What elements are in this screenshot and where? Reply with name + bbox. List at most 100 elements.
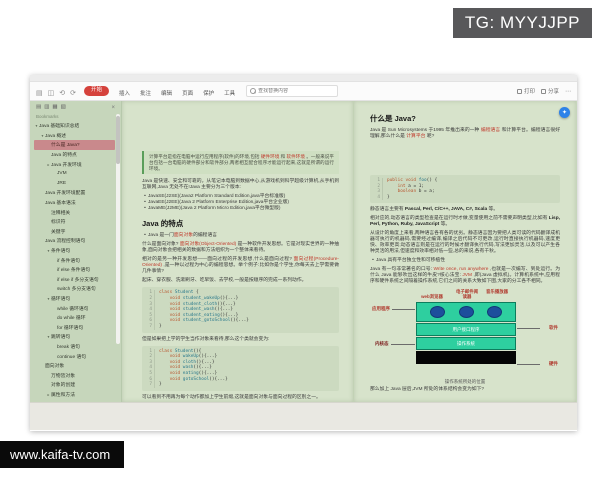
sidebar-scrollbar-thumb[interactable]	[116, 116, 120, 164]
toolbar-tab-4[interactable]: 保护	[203, 91, 214, 97]
page-gap-strip	[30, 402, 577, 430]
toc-item-19[interactable]: while 循环语句	[34, 303, 115, 313]
text-run: Java 具有平台独立性和可移植性	[376, 258, 446, 264]
toc-item-7[interactable]: Java 开发环境配置	[34, 188, 115, 198]
sidebar-toggle-icon[interactable]: ▤	[36, 90, 43, 97]
paragraph: Java 是快速、安全和可靠的。从笔记本电脑到数据中心,从游戏机到科学超级计算机…	[142, 179, 339, 191]
blockquote: 计算平台是指在电脑中运行应用程序(软件)的环境,包括 硬件环境 和 软件环境 。…	[142, 151, 339, 175]
save-icon[interactable]: ◫	[48, 90, 55, 97]
line-number: 4	[374, 194, 383, 201]
text-run: 和	[279, 154, 287, 159]
document-page-left: 计算平台是指在电脑中运行应用程序(软件)的环境,包括 硬件环境 和 软件环境 。…	[122, 101, 354, 402]
button-icon	[540, 88, 546, 94]
toc-item-16[interactable]: if else if 多分支语句	[34, 275, 115, 285]
toc-item-5[interactable]: JVM	[34, 169, 115, 179]
search-input[interactable]	[258, 88, 335, 94]
toc-item-18[interactable]: ▾ 循环语句	[34, 294, 115, 304]
text-run: ,是一种以过程为中心的编程思想。举个例子:比如你是个学生,你每天去上学需要做几件…	[142, 263, 339, 275]
app-circle-icon	[430, 306, 446, 319]
line-number: 7	[146, 382, 155, 388]
highlight-text: JVM	[462, 273, 472, 279]
toc-item-3[interactable]: Java 的特点	[34, 150, 115, 160]
toc-item-27[interactable]: 对象的创建	[34, 380, 115, 390]
toolbar-button-0[interactable]: 打印	[516, 87, 535, 95]
toc-item-1[interactable]: ▾ Java 概述	[34, 131, 115, 141]
toc-item-28[interactable]: ▸ 属性和方法	[34, 390, 115, 400]
text-run: 等。	[439, 222, 451, 228]
diagram-label-software: 软件	[549, 325, 558, 331]
toc-item-11[interactable]: 关键字	[34, 227, 115, 237]
search-box[interactable]	[246, 85, 339, 97]
toc-item-17[interactable]: switch 多分支语句	[34, 284, 115, 294]
toc-item-26[interactable]: 万物皆对象	[34, 370, 115, 380]
toc-item-4[interactable]: ▸ Java 开发环境	[34, 159, 115, 169]
os-layers-diagram: web浏览器 电子邮件阅读器 音乐播放器 用户接口程序 操作系统 应用程序 内核…	[372, 288, 558, 377]
diagram-connector-line	[517, 364, 540, 366]
paragraph: 从设计的角度上来看,两种语言各有各的优劣。静态语言因为要把人类可读的代码翻译成机…	[370, 231, 560, 255]
toc-item-2[interactable]: 什么是 Java?	[34, 140, 115, 150]
toc-item-0[interactable]: ▾ Java 基础知识总结	[34, 121, 115, 131]
bullet-list: • Java 具有平台独立性和可移植性	[370, 258, 560, 264]
toolbar-right: 打印 分享 ⋯	[516, 87, 571, 95]
paragraph: 什么是面向对象? 面向对象(Object-Oriented) 是一种软件开发思想…	[142, 242, 339, 254]
pdf-reader-window: ▤◫⟲⟳ 开始 插入批注编辑页面保护工具 打印分享⋯ ▤▥▦▧× Bookmar…	[30, 75, 577, 431]
toolbar-tab-5[interactable]: 工具	[224, 91, 235, 97]
diagram-connector-line	[517, 328, 540, 330]
toc-item-21[interactable]: for 循环语句	[34, 322, 115, 332]
code-token: }	[159, 382, 162, 388]
start-tab-button[interactable]: 开始	[84, 85, 110, 97]
toc-item-label: 面向对象	[45, 364, 65, 370]
toolbar-left-icons: ▤ ◫ ⟲ ⟳	[36, 82, 81, 100]
undo-icon[interactable]: ⟲	[59, 90, 65, 97]
toc-panel-icon[interactable]: ▤	[36, 105, 41, 111]
toc-item-label: JVM	[57, 171, 67, 177]
more-options-icon[interactable]: ⋯	[565, 88, 571, 95]
toc-item-9[interactable]: 注释相关	[34, 207, 115, 217]
sidebar-close-icon[interactable]: ×	[111, 105, 115, 111]
toc-sidebar: ▤ ▥ ▦ ▧ × Bookmarks ▾ Java 基础知识总结 ▾ Java 概述 什么是 …	[30, 101, 122, 402]
sidebar-header: ▤ ▥ ▦ ▧ ×	[30, 101, 121, 113]
toc-item-12[interactable]: Java 流程控制语句	[34, 236, 115, 246]
toc-item-10[interactable]: 标识符	[34, 217, 115, 227]
paragraph: 静态语言主要有 Pascal, Perl, C/C++, JAVA, C#, S…	[370, 207, 560, 213]
paragraph: 但是如果把上学的学生当作对象来看待,那么这个类就会变为:	[142, 337, 339, 343]
site-watermark: www.kaifa-tv.com	[0, 441, 125, 468]
bullet-list: • JavaSE(J2SE)(Java2 Platform Standard Ed…	[142, 194, 339, 212]
toc-item-label: 跳转语句	[51, 335, 71, 341]
toc-item-22[interactable]: ▾ 跳转语句	[34, 332, 115, 342]
text-run: Pascal, Perl, C/C++, JAVA, C#, Scala	[404, 207, 488, 213]
redo-icon[interactable]: ⟳	[70, 90, 76, 97]
toolbar-button-1[interactable]: 分享	[540, 87, 559, 95]
text-run: 但是如果把上学的学生当作对象来看待,那么这个类就会变为:	[142, 336, 270, 342]
highlight-text: 计算平台	[406, 134, 426, 139]
annotation-panel-icon[interactable]: ▧	[61, 105, 66, 111]
toc-item-20[interactable]: do while 循环	[34, 313, 115, 323]
toolbar-button-label: 打印	[523, 89, 535, 95]
bookmarks-label: Bookmarks	[36, 114, 59, 119]
app-circle-icon	[486, 306, 502, 319]
toc-item-label: 万物皆对象	[51, 373, 75, 379]
toc-item-6[interactable]: JRE	[34, 179, 115, 189]
code-block: 1 public void foo() {2 int a = 1; 3 boolea…	[370, 175, 560, 204]
diagram-label-kernel-mode: 内核态	[375, 341, 389, 347]
toc-item-15[interactable]: if else 条件语句	[34, 265, 115, 275]
toolbar-tab-0[interactable]: 插入	[119, 91, 130, 97]
toc-item-label: continue 语句	[57, 354, 87, 360]
toc-item-label: 循环语句	[51, 296, 71, 302]
highlight-text: Write once, run anywhere	[433, 267, 489, 273]
toc-item-13[interactable]: ▾ 条件语句	[34, 246, 115, 256]
code-token: () {	[426, 178, 438, 183]
toc-item-23[interactable]: break 语句	[34, 342, 115, 352]
toc-item-8[interactable]: Java 基本语法	[34, 198, 115, 208]
assistant-floating-button[interactable]: ✦	[559, 107, 570, 118]
toolbar-tab-3[interactable]: 页面	[182, 91, 193, 97]
bookmark-panel-icon[interactable]: ▥	[44, 105, 49, 111]
toc-item-25[interactable]: 面向对象	[34, 361, 115, 371]
thumbnail-panel-icon[interactable]: ▦	[52, 105, 57, 111]
toc-item-24[interactable]: continue 语句	[34, 351, 115, 361]
diagram-box: 用户接口程序 操作系统	[416, 302, 516, 365]
toolbar-tab-1[interactable]: 批注	[140, 91, 151, 97]
toolbar-tab-2[interactable]: 编辑	[161, 91, 172, 97]
code-line: 7}	[146, 382, 335, 388]
toc-item-14[interactable]: if 条件语句	[34, 255, 115, 265]
